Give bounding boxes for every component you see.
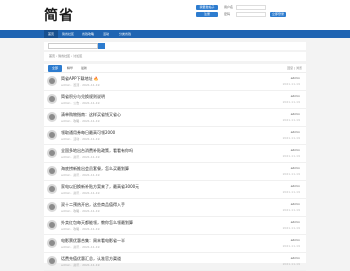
- avatar[interactable]: [47, 130, 57, 140]
- thread-meta: admin · 公告 · 2021-11-19: [61, 101, 100, 105]
- thread-last-time: 2021-11-19: [282, 100, 300, 104]
- nav-item-events[interactable]: 活动: [98, 30, 114, 38]
- thread-last-time: 2021-11-19: [282, 226, 300, 230]
- thread-last-user[interactable]: admin: [291, 166, 300, 170]
- thread-meta: admin · 资讯 · 2021-11-19: [61, 173, 100, 177]
- thread-title[interactable]: 话费充值优惠汇总，认准官方渠道: [61, 256, 121, 261]
- thread-last-user[interactable]: admin: [291, 184, 300, 188]
- thread-list: 简省APP下载地址 🔥 admin · 置顶 · 2021-11-19 admi…: [44, 73, 306, 271]
- thread-row[interactable]: 话费充值优惠汇总，认准官方渠道 admin · 资讯 · 2021-11-19 …: [44, 253, 306, 271]
- thread-row[interactable]: 电影票优惠合集：周末看电影省一半 admin · 资讯 · 2021-11-19…: [44, 235, 306, 253]
- thread-row[interactable]: 家电以旧换新补贴方案来了，最高省3000元 admin · 资讯 · 2021-…: [44, 181, 306, 199]
- thread-row[interactable]: 简省积分与兑换规则说明 admin · 公告 · 2021-11-19 admi…: [44, 91, 306, 109]
- register-button[interactable]: 注册: [196, 12, 218, 17]
- thread-title[interactable]: 双十二预热开启，这些商品值得入手: [61, 202, 125, 207]
- thread-last-user[interactable]: admin: [291, 238, 300, 242]
- thread-row[interactable]: 全国多地出台消费补贴政策，看看有你吗 admin · 资讯 · 2021-11-…: [44, 145, 306, 163]
- tab-all[interactable]: 全部: [48, 65, 62, 72]
- thread-title[interactable]: 全国多地出台消费补贴政策，看看有你吗: [61, 148, 133, 153]
- thread-last-time: 2021-11-19: [282, 172, 300, 176]
- nav-item-tips[interactable]: 省钱攻略: [78, 30, 98, 38]
- avatar[interactable]: [47, 238, 57, 248]
- thread-last-time: 2021-11-19: [282, 154, 300, 158]
- avatar[interactable]: [47, 202, 57, 212]
- thread-last-time: 2021-11-19: [282, 136, 300, 140]
- thread-row[interactable]: 领取通用券每日最高可领2000 admin · 活动 · 2021-11-19 …: [44, 127, 306, 145]
- password-input[interactable]: [236, 12, 266, 17]
- thread-meta: admin · 攻略 · 2021-11-19: [61, 119, 100, 123]
- breadcrumb: 首页 › 简省社区 › 讨论区: [44, 52, 306, 61]
- tab-featured[interactable]: 精华: [64, 65, 76, 72]
- avatar[interactable]: [47, 256, 57, 266]
- thread-row[interactable]: 外卖红包每天都能领，教你怎么领最划算 admin · 攻略 · 2021-11-…: [44, 217, 306, 235]
- avatar[interactable]: [47, 112, 57, 122]
- avatar[interactable]: [47, 166, 57, 176]
- avatar[interactable]: [47, 94, 57, 104]
- avatar[interactable]: [47, 148, 57, 158]
- thread-last-time: 2021-11-19: [282, 190, 300, 194]
- username-label: 用户名: [224, 5, 234, 9]
- thread-last-user[interactable]: admin: [291, 256, 300, 260]
- avatar[interactable]: [47, 220, 57, 230]
- thread-title[interactable]: 简省积分与兑换规则说明: [61, 94, 105, 99]
- thread-meta: admin · 资讯 · 2021-11-19: [61, 245, 100, 249]
- thread-meta: admin · 资讯 · 2021-11-19: [61, 155, 100, 159]
- thread-last-user[interactable]: admin: [291, 76, 300, 80]
- thread-row[interactable]: 清单购物指南：这样买省钱又省心 admin · 攻略 · 2021-11-19 …: [44, 109, 306, 127]
- tab-latest[interactable]: 最新: [78, 65, 90, 72]
- thread-title[interactable]: 海底捞新推出会员套餐，怎么买最划算: [61, 166, 129, 171]
- avatar[interactable]: [47, 184, 57, 194]
- nav-item-community[interactable]: 简省社区: [58, 30, 78, 38]
- tab-sort-info: 回复 | 浏览: [287, 66, 302, 70]
- login-button[interactable]: 立即登录: [270, 12, 286, 17]
- thread-tabs: 全部 精华 最新 回复 | 浏览: [44, 64, 306, 73]
- thread-meta: admin · 资讯 · 2021-11-19: [61, 191, 100, 195]
- username-input[interactable]: [236, 5, 266, 10]
- main-nav: 首页 简省社区 省钱攻略 活动 分类省钱: [0, 30, 350, 38]
- thread-meta: admin · 置顶 · 2021-11-19: [61, 83, 100, 87]
- thread-title[interactable]: 电影票优惠合集：周末看电影省一半: [61, 238, 125, 243]
- thread-last-user[interactable]: admin: [291, 130, 300, 134]
- thread-row[interactable]: 简省APP下载地址 🔥 admin · 置顶 · 2021-11-19 admi…: [44, 73, 306, 91]
- thread-row[interactable]: 海底捞新推出会员套餐，怎么买最划算 admin · 资讯 · 2021-11-1…: [44, 163, 306, 181]
- search-input[interactable]: [48, 43, 98, 49]
- thread-last-user[interactable]: admin: [291, 94, 300, 98]
- thread-last-user[interactable]: admin: [291, 202, 300, 206]
- thread-row[interactable]: 双十二预热开启，这些商品值得入手 admin · 攻略 · 2021-11-19…: [44, 199, 306, 217]
- thread-last-user[interactable]: admin: [291, 112, 300, 116]
- publish-button[interactable]: 我要发帖子: [196, 5, 218, 10]
- thread-last-time: 2021-11-19: [282, 244, 300, 248]
- thread-title[interactable]: 简省APP下载地址 🔥: [61, 76, 99, 81]
- search-button[interactable]: [98, 43, 105, 49]
- thread-meta: admin · 攻略 · 2021-11-19: [61, 227, 100, 231]
- thread-title[interactable]: 家电以旧换新补贴方案来了，最高省3000元: [61, 184, 139, 189]
- thread-last-user[interactable]: admin: [291, 148, 300, 152]
- site-tagline: [84, 6, 128, 20]
- thread-last-user[interactable]: admin: [291, 220, 300, 224]
- site-header: 简省 我要发帖子 注册 用户名 密码 立即登录: [0, 0, 350, 30]
- thread-last-time: 2021-11-19: [282, 208, 300, 212]
- nav-item-categories[interactable]: 分类省钱: [114, 30, 136, 38]
- avatar[interactable]: [47, 76, 57, 86]
- thread-last-time: 2021-11-19: [282, 82, 300, 86]
- thread-title[interactable]: 领取通用券每日最高可领2000: [61, 130, 115, 135]
- password-label: 密码: [224, 12, 231, 16]
- search-bar: [44, 42, 306, 50]
- thread-last-time: 2021-11-19: [282, 118, 300, 122]
- thread-meta: admin · 资讯 · 2021-11-19: [61, 263, 100, 267]
- thread-title[interactable]: 清单购物指南：这样买省钱又省心: [61, 112, 121, 117]
- thread-meta: admin · 活动 · 2021-11-19: [61, 137, 100, 141]
- nav-item-home[interactable]: 首页: [44, 30, 58, 38]
- thread-meta: admin · 攻略 · 2021-11-19: [61, 209, 100, 213]
- thread-title[interactable]: 外卖红包每天都能领，教你怎么领最划算: [61, 220, 133, 225]
- site-logo[interactable]: 简省: [44, 5, 74, 25]
